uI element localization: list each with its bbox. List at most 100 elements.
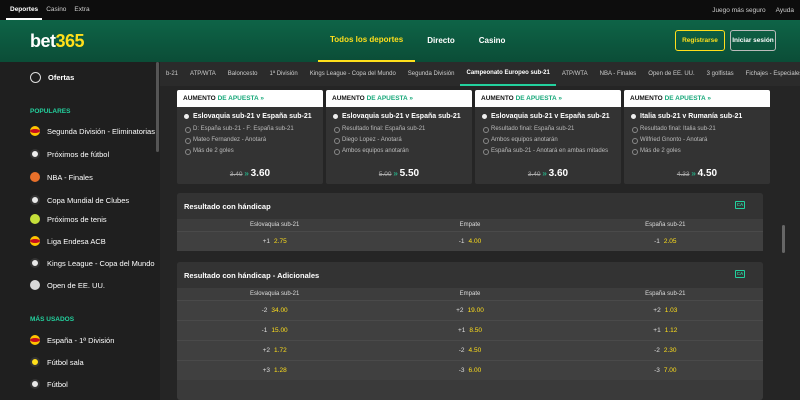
- strip-item[interactable]: ATP/WTA: [184, 62, 222, 86]
- odds-button[interactable]: +1 2.75: [177, 232, 372, 251]
- sidebar-item-upcoming-tennis[interactable]: Próximos de tenis: [30, 214, 107, 224]
- boost-header: AUMENTO DE APUESTA »: [177, 90, 323, 107]
- sidebar-item-acb[interactable]: Liga Endesa ACB: [30, 236, 106, 246]
- bet365-logo[interactable]: bet365: [30, 31, 85, 52]
- football-icon: [30, 149, 40, 159]
- boost-odds-button[interactable]: 5.00 » 5.50: [326, 168, 472, 179]
- sidebar-item-nba[interactable]: NBA - Finales: [30, 172, 93, 182]
- sidebar-scrollbar[interactable]: [156, 62, 159, 152]
- sidebar: Ofertas POPULARES Segunda División - Eli…: [0, 62, 160, 400]
- boost-leg: Ambos equipos anotarán: [483, 135, 621, 146]
- nav-casino[interactable]: Casino: [467, 20, 518, 62]
- strip-item[interactable]: Fichajes - Especiales: [740, 62, 800, 86]
- strip-item[interactable]: 3 golfistas: [701, 62, 740, 86]
- main-nav: Todos los deportes Directo Casino: [318, 20, 517, 62]
- boost-card[interactable]: AUMENTO DE APUESTA » Italia sub-21 v Rum…: [624, 90, 770, 184]
- boost-odds-button[interactable]: 4.33 » 4.50: [624, 168, 770, 179]
- market-handicap-additional: Resultado con hándicap - Adicionales CA …: [177, 262, 763, 400]
- football-icon: [481, 113, 488, 120]
- football-icon: [332, 113, 339, 120]
- strip-item[interactable]: Baloncesto: [222, 62, 264, 86]
- boost-leg: D: España sub-21 - F: España sub-21: [185, 124, 323, 135]
- spain-flag-icon: [30, 236, 40, 246]
- boost-leg: Resultado final: España sub-21: [334, 124, 472, 135]
- boost-leg: Resultado final: España sub-21: [483, 124, 621, 135]
- strip-item[interactable]: 1ª División: [263, 62, 303, 86]
- strip-item[interactable]: NBA - Finales: [594, 62, 643, 86]
- site-header: bet365 Todos los deportes Directo Casino…: [0, 20, 800, 62]
- futsal-ball-icon: [30, 357, 40, 367]
- cash-out-icon: CA: [735, 270, 745, 278]
- table-row: -1 15.00 +1 8.50 +1 1.12: [177, 320, 763, 340]
- odds-button[interactable]: +3 1.28: [177, 361, 372, 380]
- spain-flag-icon: [30, 335, 40, 345]
- odds-button[interactable]: -2 2.30: [568, 341, 763, 360]
- main-scrollbar[interactable]: [782, 225, 785, 253]
- nav-live[interactable]: Directo: [415, 20, 467, 62]
- safer-gambling-link[interactable]: Juego más seguro: [712, 7, 765, 14]
- popular-heading: POPULARES: [30, 108, 71, 115]
- odds-button[interactable]: -1 15.00: [177, 321, 372, 340]
- market-header[interactable]: Resultado con hándicap - Adicionales CA: [177, 262, 763, 288]
- table-row: +1 2.75 -1 4.00 -1 2.05: [177, 231, 763, 251]
- cash-out-icon: CA: [735, 201, 745, 209]
- market-header[interactable]: Resultado con hándicap CA: [177, 193, 763, 219]
- table-row: +3 1.28 -3 6.00 -3 7.00: [177, 360, 763, 380]
- odds-button[interactable]: -3 7.00: [568, 361, 763, 380]
- boost-leg: Más de 2 goles: [632, 146, 770, 157]
- strip-item[interactable]: ATP/WTA: [556, 62, 594, 86]
- strip-item[interactable]: b-21: [160, 62, 184, 86]
- odds-button[interactable]: +1 1.12: [568, 321, 763, 340]
- boost-leg: España sub-21 - Anotará en ambas mitades: [483, 146, 621, 157]
- odds-button[interactable]: +1 8.50: [372, 321, 567, 340]
- odds-button[interactable]: +2 1.72: [177, 341, 372, 360]
- football-icon: [30, 379, 40, 389]
- boost-card[interactable]: AUMENTO DE APUESTA » Eslovaquia sub-21 v…: [177, 90, 323, 184]
- strip-item-active[interactable]: Campeonato Europeo sub-21: [460, 62, 556, 86]
- market-handicap: Resultado con hándicap CA Eslovaquia sub…: [177, 193, 763, 251]
- odds-button[interactable]: -1 4.00: [372, 232, 567, 251]
- double-chevron-icon: »: [244, 169, 249, 178]
- boost-odds-button[interactable]: 3.40 » 3.60: [475, 168, 621, 179]
- help-link[interactable]: Ayuda: [776, 7, 794, 14]
- boost-card[interactable]: AUMENTO DE APUESTA » Eslovaquia sub-21 v…: [326, 90, 472, 184]
- boost-card[interactable]: AUMENTO DE APUESTA » Eslovaquia sub-21 v…: [475, 90, 621, 184]
- odds-button[interactable]: -3 6.00: [372, 361, 567, 380]
- login-button[interactable]: Iniciar sesión: [730, 30, 776, 51]
- sidebar-item-segunda[interactable]: Segunda División - Eliminatorias: [30, 126, 155, 136]
- sidebar-item-football[interactable]: Fútbol: [30, 379, 68, 389]
- strip-item[interactable]: Open de EE. UU.: [642, 62, 700, 86]
- sidebar-item-offers[interactable]: Ofertas: [30, 72, 74, 83]
- market-columns: Eslovaquia sub-21 Empate España sub-21: [177, 219, 763, 231]
- nav-all-sports[interactable]: Todos los deportes: [318, 20, 416, 62]
- sidebar-item-us-open[interactable]: Open de EE. UU.: [30, 280, 105, 290]
- odds-button[interactable]: +2 1.03: [568, 301, 763, 320]
- top-bar: Deportes Casino Extra Juego más seguro A…: [0, 0, 800, 20]
- odds-button[interactable]: +2 19.00: [372, 301, 567, 320]
- basketball-icon: [30, 172, 40, 182]
- tab-extra[interactable]: Extra: [70, 0, 93, 20]
- tab-deportes[interactable]: Deportes: [6, 0, 43, 20]
- strip-item[interactable]: Kings League - Copa del Mundo: [304, 62, 402, 86]
- odds-button[interactable]: -2 4.50: [372, 341, 567, 360]
- register-button[interactable]: Registrarse: [675, 30, 725, 51]
- boost-odds-button[interactable]: 3.40 » 3.60: [177, 168, 323, 179]
- odds-button[interactable]: -2 34.00: [177, 301, 372, 320]
- sidebar-item-kings-league[interactable]: Kings League - Copa del Mundo: [30, 258, 155, 268]
- tab-casino[interactable]: Casino: [42, 0, 70, 20]
- sidebar-item-futsal[interactable]: Fútbol sala: [30, 357, 84, 367]
- sidebar-item-upcoming-football[interactable]: Próximos de fútbol: [30, 149, 109, 159]
- table-row: -2 34.00 +2 19.00 +2 1.03: [177, 300, 763, 320]
- double-chevron-icon: »: [691, 169, 696, 178]
- odds-button[interactable]: -1 2.05: [568, 232, 763, 251]
- boost-header: AUMENTO DE APUESTA »: [326, 90, 472, 107]
- sidebar-item-la-liga[interactable]: España - 1ª División: [30, 335, 114, 345]
- golf-ball-icon: [30, 280, 40, 290]
- sidebar-item-club-world-cup[interactable]: Copa Mundial de Clubes: [30, 195, 129, 205]
- most-used-heading: MÁS USADOS: [30, 316, 75, 323]
- market-columns: Eslovaquia sub-21 Empate España sub-21: [177, 288, 763, 300]
- double-chevron-icon: »: [542, 169, 547, 178]
- boost-leg: Diego Lopez - Anotará: [334, 135, 472, 146]
- boost-leg: Resultado final: Italia sub-21: [632, 124, 770, 135]
- strip-item[interactable]: Segunda División: [402, 62, 461, 86]
